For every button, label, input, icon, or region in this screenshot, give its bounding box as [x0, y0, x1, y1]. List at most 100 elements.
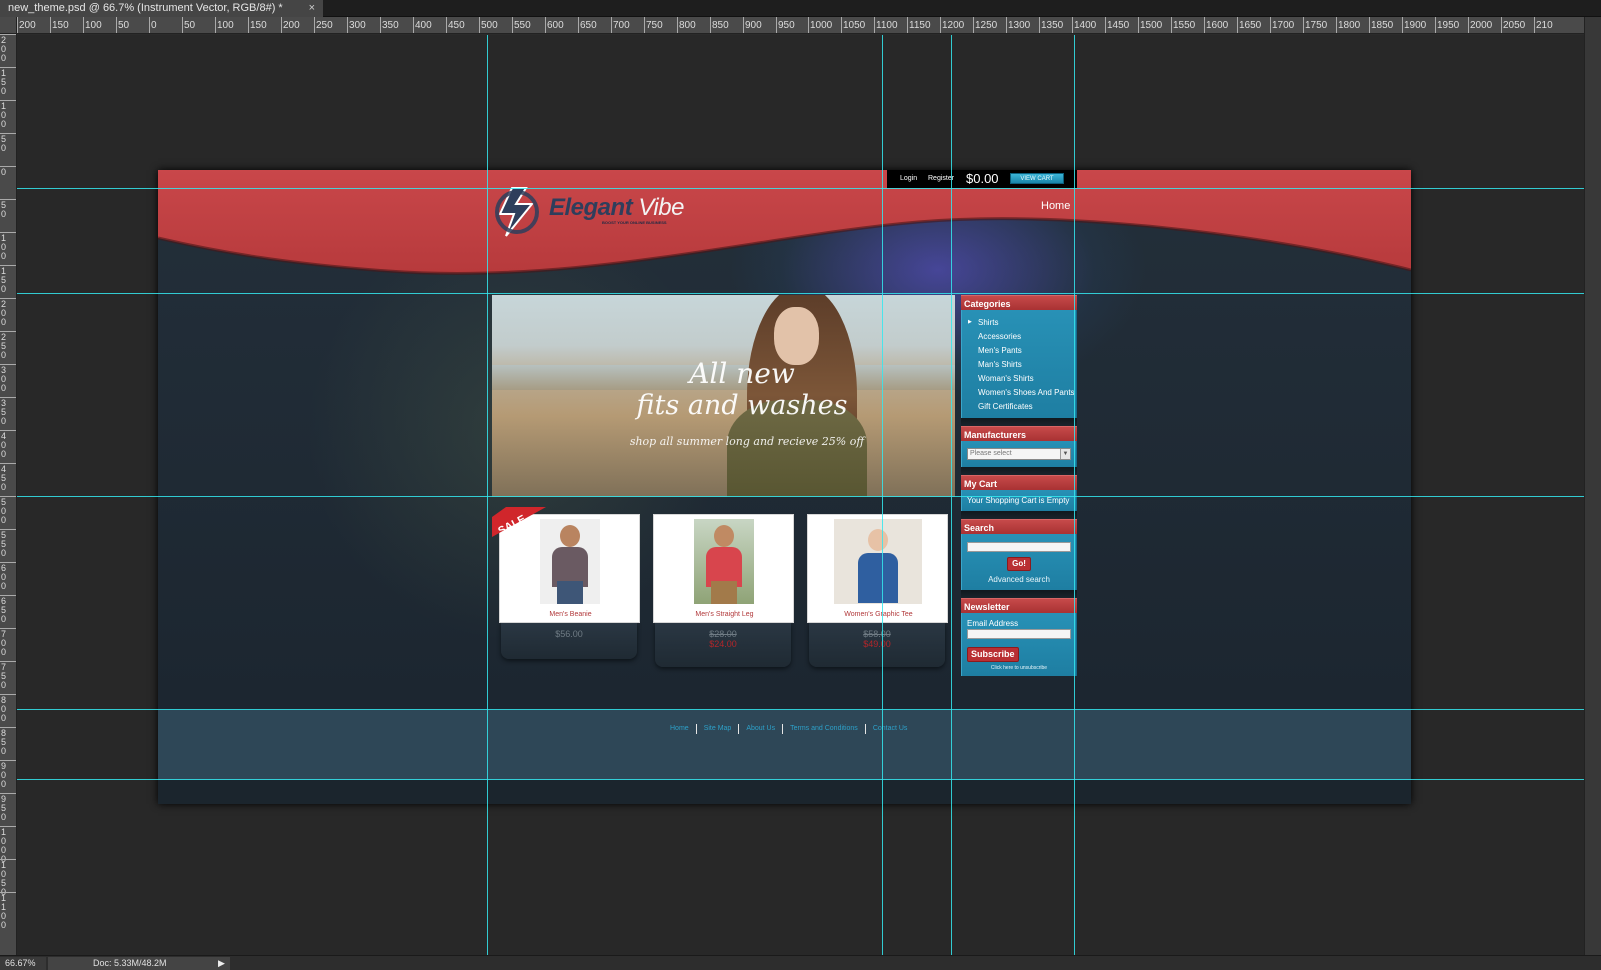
category-item-accessories[interactable]: Accessories [962, 330, 1076, 344]
ruler-label: 300 [1, 365, 7, 393]
newsletter-title: Newsletter [961, 598, 1077, 613]
category-item-mans-shirts[interactable]: Man's Shirts [962, 358, 1076, 372]
category-item-mens-pants[interactable]: Men's Pants [962, 344, 1076, 358]
manufacturer-select[interactable]: Please select ▼ [967, 448, 1071, 460]
guide-vertical[interactable] [487, 35, 488, 955]
ruler-label: 650 [580, 20, 597, 31]
document-canvas[interactable]: Login Register $0.00 VIEW CART Elegant V… [17, 35, 1584, 955]
close-tab-icon[interactable]: × [309, 0, 315, 17]
product-old-price: $58.00 [863, 629, 891, 639]
product-price-plate: $28.00 $24.00 [655, 623, 791, 667]
ruler-label: 100 [1, 233, 7, 261]
vertical-scrollbar[interactable] [1584, 17, 1601, 955]
category-item-womans-shirts[interactable]: Woman's Shirts [962, 372, 1076, 386]
ruler-label: 950 [778, 20, 795, 31]
nav-home-link[interactable]: Home [1041, 200, 1070, 212]
ruler-label: 50 [118, 20, 130, 31]
ruler-label: 100 [1, 101, 7, 129]
guide-vertical[interactable] [951, 35, 952, 955]
ruler-label: 600 [1, 563, 7, 591]
product-image [540, 519, 600, 604]
sidebar-gap [961, 418, 1077, 426]
footer-link-contact-us[interactable]: Contact Us [866, 724, 915, 734]
product-price-plate: $56.00 [501, 623, 637, 659]
footer-link-terms[interactable]: Terms and Conditions [783, 724, 866, 734]
view-cart-button[interactable]: VIEW CART [1010, 173, 1064, 184]
chevron-down-icon[interactable]: ▼ [1060, 449, 1070, 459]
footer-band [158, 710, 1411, 780]
document-info[interactable]: Doc: 5.33M/48.2M [48, 957, 230, 970]
footer-link-site-map[interactable]: Site Map [697, 724, 740, 734]
ruler-label: 700 [1, 629, 7, 657]
categories-title: Categories [961, 295, 1077, 310]
ruler-label: 2000 [1470, 20, 1493, 31]
guide-horizontal[interactable] [17, 496, 1584, 497]
guide-vertical[interactable] [882, 35, 883, 955]
sidebar-gap [961, 467, 1077, 475]
categories-list: Shirts Accessories Men's Pants Man's Shi… [961, 310, 1077, 418]
ruler-label: 400 [415, 20, 432, 31]
guide-horizontal[interactable] [17, 709, 1584, 710]
ruler-label: 650 [1, 596, 7, 624]
photoshop-window: new_theme.psd @ 66.7% (Instrument Vector… [0, 0, 1601, 970]
account-topbar: Login Register $0.00 VIEW CART [887, 170, 1077, 188]
category-item-womens-shoes-pants[interactable]: Women's Shoes And Pants [962, 386, 1076, 400]
ruler-label: 500 [1, 497, 7, 525]
ruler-label: 950 [1, 794, 7, 822]
cart-total: $0.00 [966, 171, 999, 186]
vertical-ruler[interactable]: 200 150 100 50 0 50 100 150 200 250 300 350 400 450 50… [0, 34, 17, 955]
ruler-label: 1250 [975, 20, 998, 31]
guide-horizontal[interactable] [17, 293, 1584, 294]
hero-banner[interactable]: All new fits and washes shop all summer … [492, 295, 955, 497]
horizontal-ruler[interactable]: 200 150 100 50 0 50 100 150 200 250 300 350 400 450 50… [17, 17, 1584, 34]
site-logo[interactable]: Elegant Vibe BOOST YOUR ONLINE BUSINESS [492, 184, 692, 240]
ruler-label: 1700 [1272, 20, 1295, 31]
product-card-1[interactable]: Men's Straight Leg $28.00 $24.00 [653, 514, 794, 667]
footer-links: Home Site Map About Us Terms and Conditi… [663, 724, 914, 734]
email-input[interactable] [967, 629, 1071, 639]
figure-pants [557, 581, 583, 604]
product-name[interactable]: Men's Beanie [500, 611, 641, 618]
status-menu-arrow-icon[interactable]: ▶ [218, 958, 225, 969]
ruler-label: 1400 [1074, 20, 1097, 31]
ruler-label: 150 [52, 20, 69, 31]
document-tab-title: new_theme.psd @ 66.7% (Instrument Vector… [8, 2, 283, 14]
sidebar: Categories Shirts Accessories Men's Pant… [961, 295, 1077, 676]
footer-link-about-us[interactable]: About Us [739, 724, 784, 734]
ruler-label: 700 [613, 20, 630, 31]
ruler-label: 50 [1, 200, 7, 219]
guide-horizontal[interactable] [17, 779, 1584, 780]
ruler-label: 1900 [1404, 20, 1427, 31]
logo-mark-icon [495, 187, 539, 237]
guide-horizontal[interactable] [17, 188, 1584, 189]
ruler-label: 1050 [843, 20, 866, 31]
search-input[interactable] [967, 542, 1071, 552]
login-link[interactable]: Login [900, 175, 917, 182]
category-item-shirts[interactable]: Shirts [962, 316, 1076, 330]
ruler-label: 750 [1, 662, 7, 690]
subscribe-button[interactable]: Subscribe [967, 647, 1019, 662]
document-tab[interactable]: new_theme.psd @ 66.7% (Instrument Vector… [0, 0, 323, 17]
product-card-2[interactable]: Women's Graphic Tee $58.00 $49.00 [807, 514, 948, 667]
unsubscribe-link[interactable]: Click here to unsubscribe [962, 662, 1076, 676]
ruler-label: 0 [1, 167, 7, 177]
logo-word-vibe: Vibe [632, 194, 684, 221]
product-price: $56.00 [555, 629, 583, 639]
product-name[interactable]: Men's Straight Leg [654, 611, 795, 618]
footer-link-home[interactable]: Home [663, 724, 697, 734]
product-name[interactable]: Women's Graphic Tee [808, 611, 949, 618]
guide-vertical[interactable] [1074, 35, 1075, 955]
sale-ribbon-icon: SALE [492, 507, 546, 537]
ruler-origin[interactable] [0, 17, 17, 34]
category-item-gift-certificates[interactable]: Gift Certificates [962, 400, 1076, 414]
advanced-search-link[interactable]: Advanced search [962, 571, 1076, 590]
ruler-label: 50 [1, 134, 7, 153]
logo-tagline: BOOST YOUR ONLINE BUSINESS [602, 220, 667, 225]
banner-headline-1: All new [689, 357, 795, 390]
ruler-label: 2050 [1503, 20, 1526, 31]
banner-subline: shop all summer long and recieve 25% off [629, 435, 865, 448]
search-go-button[interactable]: Go! [1007, 557, 1031, 571]
mycart-title: My Cart [961, 475, 1077, 490]
figure-head [868, 529, 888, 551]
zoom-level-field[interactable]: 66.67% [0, 957, 46, 970]
